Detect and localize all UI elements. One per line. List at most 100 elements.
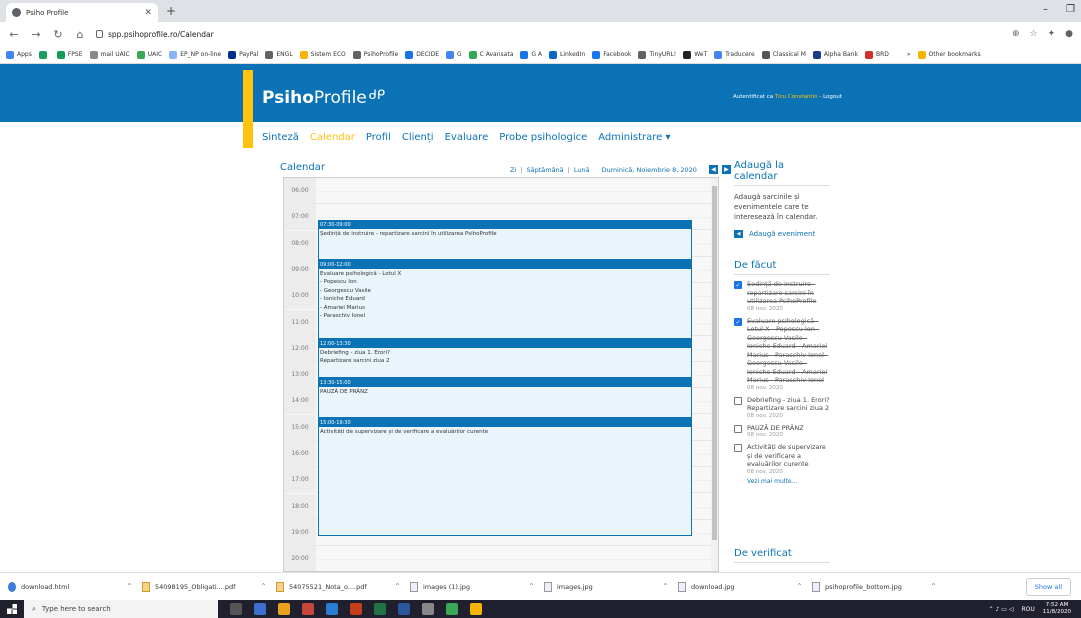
- app-icon[interactable]: [470, 603, 482, 615]
- bookmark-label: G A: [531, 51, 543, 58]
- minimize-icon[interactable]: –: [1043, 4, 1048, 15]
- bookmark-item[interactable]: FPSE: [56, 50, 83, 59]
- app-icon[interactable]: [422, 603, 434, 615]
- bookmark-item[interactable]: C Avansata: [468, 50, 513, 59]
- chevron-up-icon[interactable]: ^: [395, 583, 400, 590]
- bookmark-item[interactable]: Apps: [6, 50, 32, 59]
- bookmark-item[interactable]: Other bookmarks: [917, 50, 981, 59]
- download-item[interactable]: download.html ^: [8, 581, 142, 592]
- download-item[interactable]: download.jpg ^: [678, 581, 812, 592]
- bookmark-item[interactable]: Alpha Bank: [812, 50, 858, 59]
- taskbar-search[interactable]: ⌕ Type here to search: [24, 600, 218, 618]
- download-item[interactable]: images.jpg ^: [544, 581, 678, 592]
- star-icon[interactable]: ☆: [1030, 29, 1038, 39]
- auth-user-link[interactable]: Ticu Constantin: [775, 94, 818, 100]
- todo-checkbox[interactable]: [734, 396, 742, 405]
- bookmark-item[interactable]: Classical M: [761, 50, 806, 59]
- menu-item[interactable]: Clienți: [402, 132, 434, 143]
- back-icon[interactable]: ←: [8, 28, 20, 41]
- todo-checkbox[interactable]: ✓: [734, 281, 742, 289]
- chevron-up-icon[interactable]: ^: [529, 583, 534, 590]
- next-day-button[interactable]: ▶: [721, 165, 731, 174]
- menu-item[interactable]: Calendar: [310, 132, 355, 143]
- tray-icons[interactable]: ⌃ ♪ ▭ ◁: [989, 606, 1014, 613]
- download-item[interactable]: 54075521_Nota_o....pdf ^: [276, 581, 410, 592]
- zoom-icon[interactable]: ⊕: [1012, 29, 1020, 39]
- powerpoint-icon[interactable]: [350, 603, 362, 615]
- home-icon[interactable]: ⌂: [74, 28, 86, 41]
- chevron-up-icon[interactable]: ^: [127, 583, 132, 590]
- calendar-event[interactable]: 12:00-13:30 Debriefing - ziua 1. Erori? R…: [318, 338, 692, 379]
- menu-item[interactable]: Probe psihologice: [499, 132, 587, 143]
- task-view-icon[interactable]: [230, 603, 242, 615]
- bookmark-item[interactable]: WeT: [683, 50, 707, 59]
- site-logo[interactable]: PsihoProfile ᑯᑭ: [262, 88, 385, 108]
- app-icon[interactable]: [302, 603, 314, 615]
- todo-checkbox[interactable]: [734, 444, 742, 452]
- download-item[interactable]: images (1).jpg ^: [410, 581, 544, 592]
- bookmark-item[interactable]: »: [895, 50, 911, 59]
- chevron-up-icon[interactable]: ^: [931, 583, 936, 590]
- prev-day-button[interactable]: ◀: [708, 165, 718, 174]
- bookmark-item[interactable]: PsihoProfile: [352, 50, 398, 59]
- app-icon[interactable]: [446, 603, 458, 615]
- bookmark-item[interactable]: mail UAIC: [89, 50, 130, 59]
- extension-icon[interactable]: ✦: [1048, 29, 1056, 39]
- calendar-event[interactable]: 15:00-19:30 Activități de supervizare și …: [318, 417, 692, 537]
- bookmark-item[interactable]: G A: [520, 50, 543, 59]
- menu-item[interactable]: Sinteză: [262, 132, 299, 143]
- todo-checkbox[interactable]: [734, 424, 742, 433]
- calendar-scrollbar[interactable]: [711, 178, 718, 571]
- bookmark-item[interactable]: Traducere: [714, 50, 755, 59]
- bookmark-item[interactable]: [38, 50, 50, 59]
- bookmark-item[interactable]: G: [446, 50, 462, 59]
- chevron-up-icon[interactable]: ^: [261, 583, 266, 590]
- bookmark-item[interactable]: BRD: [864, 50, 889, 59]
- view-week-link[interactable]: Săptămână: [526, 166, 563, 174]
- menu-item[interactable]: Evaluare: [445, 132, 489, 143]
- bookmark-item[interactable]: TinyURL!: [638, 50, 676, 59]
- menu-item[interactable]: Administrare ▾: [598, 132, 670, 143]
- browser-tab[interactable]: Psiho Profile ✕: [6, 3, 158, 22]
- todo-checkbox[interactable]: ✓: [734, 317, 742, 326]
- show-all-button[interactable]: Show all: [1025, 578, 1071, 596]
- clock[interactable]: 7:52 AM 11/8/2020: [1043, 602, 1071, 616]
- reload-icon[interactable]: ↻: [52, 28, 64, 41]
- menu-item[interactable]: Profil: [366, 132, 391, 143]
- add-event-button[interactable]: ◀ Adaugă eveniment: [734, 230, 830, 238]
- url-field[interactable]: spp.psihoprofile.ro/Calendar: [96, 26, 996, 42]
- scrollbar-thumb[interactable]: [712, 186, 717, 540]
- bookmark-item[interactable]: Sistem ECO: [299, 50, 346, 59]
- chevron-up-icon[interactable]: ^: [663, 583, 668, 590]
- logout-link[interactable]: - Logout: [819, 94, 842, 100]
- outlook-icon[interactable]: [326, 603, 338, 615]
- chevron-up-icon[interactable]: ^: [797, 583, 802, 590]
- download-item[interactable]: psihoprofile_bottom.jpg ^: [812, 581, 946, 592]
- bookmark-item[interactable]: PayPal: [228, 50, 258, 59]
- bookmark-item[interactable]: DECIDE: [405, 50, 439, 59]
- chrome-icon[interactable]: [278, 603, 290, 615]
- new-tab-button[interactable]: +: [166, 4, 176, 18]
- bookmark-label: Sistem ECO: [310, 51, 346, 58]
- word-icon[interactable]: [398, 603, 410, 615]
- view-day-link[interactable]: Zi: [510, 166, 516, 174]
- windows-start-icon[interactable]: [0, 600, 24, 618]
- download-item[interactable]: 54098195_Obligati....pdf ^: [142, 581, 276, 592]
- calendar-event[interactable]: 09:00-12:00 Evaluare psihologică - Lotul …: [318, 259, 692, 339]
- language-indicator[interactable]: ROU: [1022, 606, 1035, 613]
- forward-icon[interactable]: →: [30, 28, 42, 41]
- bookmark-item[interactable]: UAIC: [136, 50, 162, 59]
- bookmark-item[interactable]: Facebook: [592, 50, 631, 59]
- bookmark-item[interactable]: LinkedIn: [549, 50, 585, 59]
- explorer-icon[interactable]: [254, 603, 266, 615]
- view-month-link[interactable]: Lună: [574, 166, 590, 174]
- calendar-event[interactable]: 13:30-15:00 PAUZĂ DE PRÂNZ: [318, 378, 692, 418]
- see-more-link[interactable]: Vezi mai multe...: [747, 478, 830, 485]
- calendar-event[interactable]: 07:30-09:00 Ședință de instruire - repart…: [318, 220, 692, 260]
- profile-icon[interactable]: ●: [1065, 29, 1073, 39]
- bookmark-item[interactable]: ENGL: [265, 50, 293, 59]
- close-tab-icon[interactable]: ✕: [144, 8, 152, 18]
- bookmark-item[interactable]: EP_NP on-line: [169, 50, 221, 59]
- excel-icon[interactable]: [374, 603, 386, 615]
- maximize-icon[interactable]: ❐: [1066, 4, 1075, 15]
